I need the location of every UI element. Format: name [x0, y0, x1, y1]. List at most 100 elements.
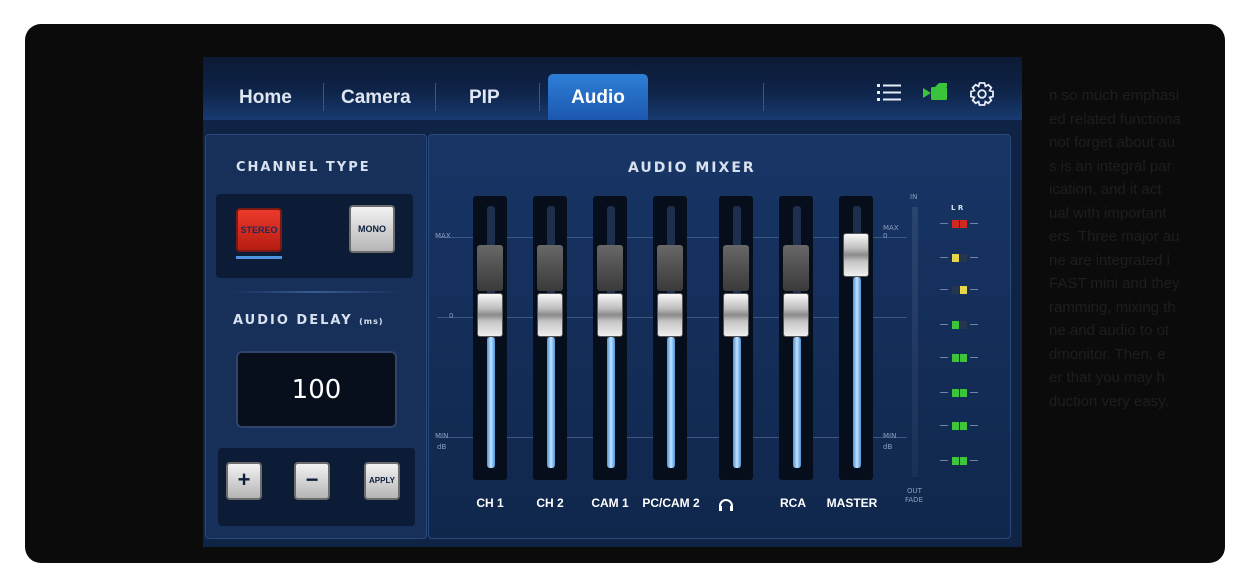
- camera-record-icon[interactable]: [921, 79, 951, 107]
- channel-label-cam1: CAM 1: [591, 496, 629, 510]
- minus-button[interactable]: −: [294, 462, 330, 500]
- out-label: OUT: [907, 487, 922, 495]
- scale-zero-label: 0: [449, 312, 454, 320]
- master-scale-max: MAX: [883, 224, 899, 232]
- fader-ch2[interactable]: [533, 196, 567, 480]
- fade-label: FADE: [905, 496, 923, 504]
- stereo-selected-indicator: [236, 256, 282, 259]
- vu-lr-label: L R: [951, 204, 964, 212]
- vu-segment: [960, 422, 967, 430]
- vu-tick: [940, 257, 948, 258]
- fader-master[interactable]: [839, 196, 873, 480]
- fader-knob[interactable]: [783, 293, 809, 337]
- vu-tick: [940, 289, 948, 290]
- fader-cam1[interactable]: [593, 196, 627, 480]
- section-divider: [231, 291, 401, 293]
- delay-controls-group: + − APPLY: [218, 448, 415, 526]
- vu-segment: [960, 321, 967, 329]
- fader-pc-cam2[interactable]: [653, 196, 687, 480]
- vu-segment: [952, 354, 959, 362]
- plus-button[interactable]: +: [226, 462, 262, 500]
- vu-tick: [970, 357, 978, 358]
- audio-delay-value[interactable]: 100: [236, 351, 397, 428]
- background-text-line: n so much emphasi: [1049, 87, 1180, 104]
- fader-knob[interactable]: [477, 293, 503, 337]
- master-scale-min: MIN: [883, 432, 897, 440]
- vu-segment: [960, 354, 967, 362]
- background-text-line: ne are integrated i: [1049, 251, 1170, 269]
- tab-pip[interactable]: PIP: [469, 57, 500, 120]
- tab-divider: [323, 83, 324, 111]
- fader-knob[interactable]: [723, 293, 749, 337]
- top-navigation-bar: Home Camera PIP Audio: [203, 57, 1022, 120]
- fader-level-fill: [793, 337, 801, 468]
- tab-divider: [539, 83, 540, 111]
- background-text-line: FAST mini and they: [1049, 275, 1180, 292]
- tab-audio[interactable]: Audio: [548, 74, 648, 120]
- tab-divider: [435, 83, 436, 111]
- channel-type-group: STEREO MONO: [216, 194, 413, 278]
- vu-segment: [960, 286, 967, 294]
- tab-divider: [763, 83, 764, 111]
- gear-icon[interactable]: [967, 79, 997, 109]
- tab-home[interactable]: Home: [239, 57, 292, 120]
- channel-label-pc-cam2: PC/CAM 2: [642, 496, 700, 510]
- in-out-meter: [912, 207, 918, 477]
- background-text-line: ual with important: [1049, 204, 1167, 222]
- fader-ch1[interactable]: [473, 196, 507, 480]
- vu-segment: [952, 286, 959, 294]
- fader-rca[interactable]: [779, 196, 813, 480]
- fader-cap-shadow: [783, 245, 809, 291]
- minus-button-label: −: [305, 467, 319, 492]
- background-text: n so much emphasi ed related functiona not…: [1049, 84, 1225, 413]
- channel-label-ch2: CH 2: [536, 496, 564, 510]
- vu-segment: [960, 220, 967, 228]
- channel-label-ch1: CH 1: [476, 496, 504, 510]
- fader-cap-shadow: [597, 245, 623, 291]
- vu-tick: [940, 425, 948, 426]
- fader-knob[interactable]: [597, 293, 623, 337]
- background-text-line: s is an integral par: [1049, 157, 1172, 175]
- vu-tick: [970, 289, 978, 290]
- fader-level-fill: [487, 337, 495, 468]
- audio-delay-heading: AUDIO DELAY (ms): [233, 313, 384, 328]
- vu-tick: [970, 257, 978, 258]
- apply-button[interactable]: APPLY: [364, 462, 400, 500]
- vu-segment: [960, 457, 967, 465]
- fader-level-fill: [853, 277, 861, 468]
- fader-level-fill: [607, 337, 615, 468]
- vu-segment: [952, 321, 959, 329]
- fader-level-fill: [733, 337, 741, 468]
- vu-tick: [940, 392, 948, 393]
- vu-tick: [940, 357, 948, 358]
- fader-cap-shadow: [477, 245, 503, 291]
- channel-label-master: MASTER: [826, 496, 878, 510]
- vu-tick: [940, 324, 948, 325]
- channel-type-heading: CHANNEL TYPE: [236, 160, 371, 175]
- vu-segment: [952, 254, 959, 262]
- apply-button-label: APPLY: [369, 476, 395, 485]
- stereo-button-label: STEREO: [240, 225, 278, 235]
- stereo-button[interactable]: STEREO: [236, 208, 282, 252]
- scale-min-label: MIN: [435, 432, 449, 440]
- vu-tick: [970, 425, 978, 426]
- tab-camera[interactable]: Camera: [341, 57, 411, 120]
- vu-tick: [970, 460, 978, 461]
- background-text-line: ramming, mixing th: [1049, 298, 1176, 316]
- master-scale-zero: 0: [883, 232, 888, 240]
- fader-headphones[interactable]: [719, 196, 753, 480]
- mono-button[interactable]: MONO: [349, 205, 395, 253]
- headphones-icon: [719, 499, 733, 511]
- list-icon[interactable]: [875, 79, 903, 107]
- background-text-line: ed related functiona: [1049, 110, 1181, 128]
- background-text-line: er that you may h: [1049, 369, 1165, 386]
- vu-segment: [952, 422, 959, 430]
- vu-segment: [952, 220, 959, 228]
- vu-tick: [970, 392, 978, 393]
- audio-delay-unit: (ms): [359, 317, 384, 326]
- background-text-line: duction very easy.: [1049, 392, 1169, 410]
- fader-knob[interactable]: [537, 293, 563, 337]
- fader-knob[interactable]: [657, 293, 683, 337]
- fader-knob[interactable]: [843, 232, 869, 277]
- audio-settings-screen: Home Camera PIP Audio CHANNEL TYPE STERE…: [203, 57, 1022, 547]
